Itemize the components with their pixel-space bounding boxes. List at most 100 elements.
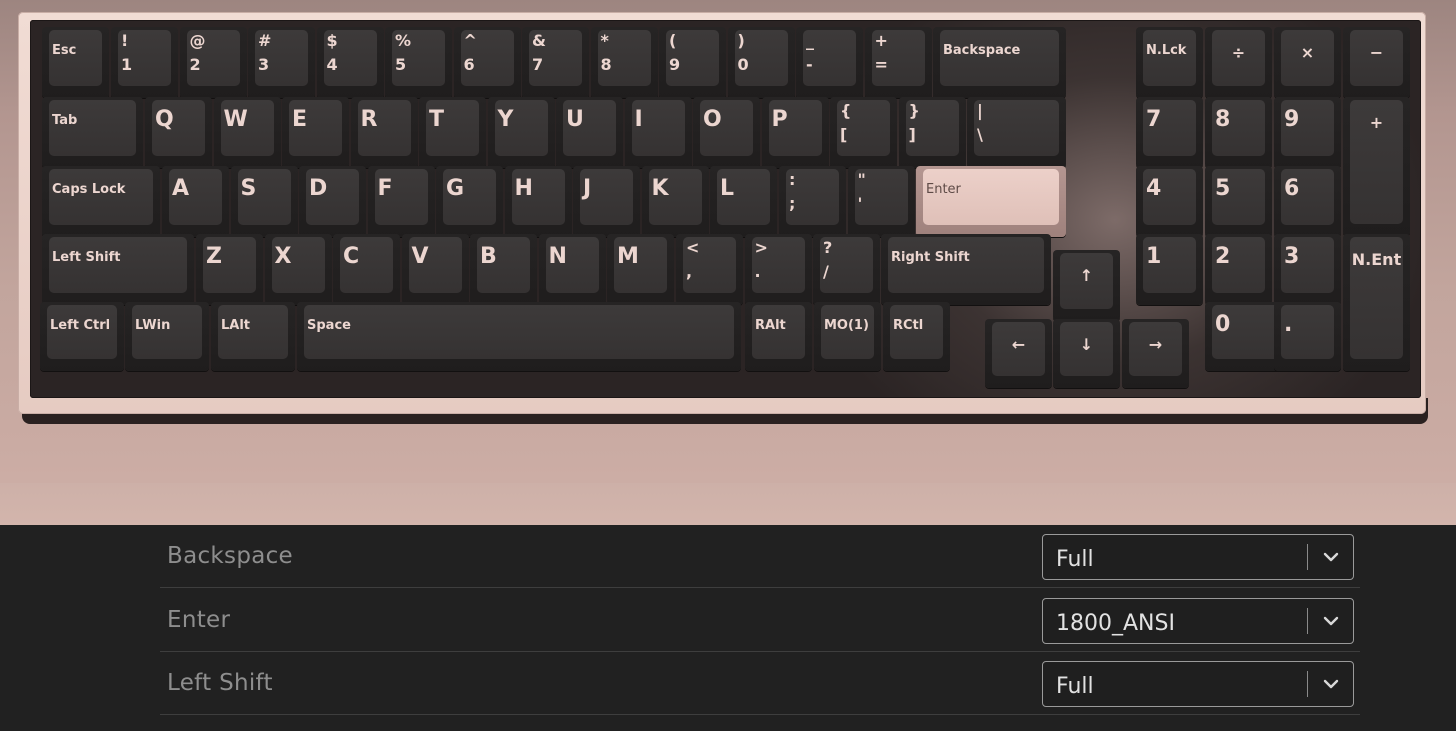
- left-shift-layout-select[interactable]: Full: [1042, 661, 1354, 707]
- key-numpad-period[interactable]: .: [1274, 302, 1341, 371]
- key-7[interactable]: & 7: [522, 27, 589, 98]
- key-5[interactable]: % 5: [385, 27, 452, 98]
- key-quote[interactable]: " ': [847, 166, 915, 237]
- key-numpad-8[interactable]: 8: [1205, 97, 1272, 168]
- key-x[interactable]: X: [264, 234, 332, 305]
- key-legend: B: [480, 244, 497, 269]
- key-m[interactable]: M: [607, 234, 674, 305]
- key-r[interactable]: R: [350, 97, 418, 168]
- key-i[interactable]: I: [624, 97, 692, 168]
- key-ralt[interactable]: RAlt: [745, 302, 812, 371]
- key-legend: ←: [1011, 335, 1026, 354]
- key-legend: 2: [1215, 244, 1231, 269]
- key-g[interactable]: G: [436, 166, 503, 237]
- key-minus[interactable]: _ -: [796, 27, 863, 98]
- key-space[interactable]: Space: [297, 302, 741, 371]
- key-numpad-6[interactable]: 6: [1274, 166, 1341, 237]
- key-arrow-up[interactable]: ↑: [1053, 250, 1120, 321]
- key-2[interactable]: @2: [179, 27, 247, 98]
- select-value: Full: [1056, 674, 1094, 699]
- chevron-down-icon[interactable]: [1321, 611, 1341, 631]
- key-l[interactable]: L: [710, 166, 777, 237]
- key-legend: F: [377, 176, 393, 201]
- key-divide[interactable]: ÷: [1205, 27, 1272, 98]
- key-enter[interactable]: Enter: [916, 166, 1066, 237]
- key-9[interactable]: (9: [659, 27, 726, 98]
- key-legend: /: [823, 262, 829, 281]
- key-period[interactable]: >.: [744, 234, 812, 305]
- key-c[interactable]: C: [333, 234, 400, 305]
- key-t[interactable]: T: [419, 97, 486, 168]
- key-numpad-minus[interactable]: −: [1343, 27, 1410, 98]
- key-legend: +: [874, 31, 888, 50]
- key-6[interactable]: ^ 6: [453, 27, 521, 98]
- key-numpad-1[interactable]: 1: [1136, 234, 1203, 305]
- key-y[interactable]: Y: [487, 97, 555, 168]
- key-numpad-7[interactable]: 7: [1136, 97, 1203, 168]
- key-caps-lock[interactable]: Caps Lock: [42, 166, 160, 237]
- key-z[interactable]: Z: [196, 234, 263, 305]
- key-4[interactable]: $4: [316, 27, 384, 98]
- key-q[interactable]: Q: [145, 97, 212, 168]
- key-numlock[interactable]: N.Lck: [1136, 27, 1203, 98]
- key-rbracket[interactable]: }]: [898, 97, 966, 168]
- key-h[interactable]: H: [504, 166, 572, 237]
- key-tab[interactable]: Tab: [42, 97, 143, 168]
- key-rctl[interactable]: RCtl: [883, 302, 950, 371]
- key-arrow-left[interactable]: ←: [985, 319, 1052, 388]
- key-w[interactable]: W: [213, 97, 281, 168]
- chevron-down-icon[interactable]: [1321, 674, 1341, 694]
- key-8[interactable]: * 8: [590, 27, 658, 98]
- key-n[interactable]: N: [538, 234, 606, 305]
- key-slash[interactable]: ? /: [813, 234, 880, 305]
- key-legend: N: [548, 244, 567, 269]
- key-backspace[interactable]: Backspace: [933, 27, 1066, 98]
- enter-layout-select[interactable]: 1800_ANSI: [1042, 598, 1354, 644]
- key-right-shift[interactable]: Right Shift: [881, 234, 1051, 305]
- key-legend: S: [240, 176, 257, 201]
- key-numpad-2[interactable]: 2: [1205, 234, 1272, 305]
- key-numpad-9[interactable]: 9: [1274, 97, 1341, 168]
- key-equals[interactable]: + =: [864, 27, 932, 98]
- key-arrow-right[interactable]: →: [1122, 319, 1189, 388]
- key-lalt[interactable]: LAlt: [211, 302, 295, 371]
- keyboard-3d-viewport[interactable]: Esc! 1 @2 #3 $4% 5 ^ 6 & 7 * 8(9) 0 _ - + = Backspace N.Lc…: [0, 0, 1456, 525]
- key-a[interactable]: A: [162, 166, 229, 237]
- key-k[interactable]: K: [641, 166, 709, 237]
- key-v[interactable]: V: [401, 234, 469, 305]
- key-1[interactable]: ! 1: [111, 27, 178, 98]
- key-f[interactable]: F: [367, 166, 435, 237]
- key-e[interactable]: E: [282, 97, 349, 168]
- key-left-ctrl[interactable]: Left Ctrl: [40, 302, 124, 371]
- key-o[interactable]: O: [693, 97, 760, 168]
- key-legend: H: [514, 176, 533, 201]
- key-lbracket[interactable]: {[: [830, 97, 897, 168]
- key-d[interactable]: D: [299, 166, 366, 237]
- key-j[interactable]: J: [573, 166, 640, 237]
- key-numpad-enter[interactable]: N.Ent: [1343, 234, 1410, 371]
- chevron-down-icon[interactable]: [1321, 547, 1341, 567]
- key-3[interactable]: #3: [248, 27, 315, 98]
- key-s[interactable]: S: [230, 166, 298, 237]
- key-esc[interactable]: Esc: [42, 27, 109, 98]
- key-numpad-4[interactable]: 4: [1136, 166, 1203, 237]
- key-arrow-down[interactable]: ↓: [1053, 319, 1120, 388]
- select-separator: [1307, 608, 1308, 634]
- key-p[interactable]: P: [761, 97, 829, 168]
- key-0[interactable]: ) 0: [727, 27, 795, 98]
- key-semicolon[interactable]: :;: [779, 166, 846, 237]
- key-legend: +: [1369, 113, 1384, 132]
- key-b[interactable]: B: [470, 234, 537, 305]
- key-u[interactable]: U: [556, 97, 623, 168]
- key-comma[interactable]: <,: [676, 234, 743, 305]
- key-backslash[interactable]: | \: [967, 97, 1066, 168]
- backspace-layout-select[interactable]: Full: [1042, 534, 1354, 580]
- key-numpad-plus[interactable]: +: [1343, 97, 1410, 236]
- key-multiply[interactable]: ×: [1274, 27, 1341, 98]
- key-numpad-5[interactable]: 5: [1205, 166, 1272, 237]
- key-numpad-3[interactable]: 3: [1274, 234, 1341, 305]
- key-lwin[interactable]: LWin: [125, 302, 209, 371]
- key-left-shift[interactable]: Left Shift: [42, 234, 194, 305]
- key-legend: 0: [737, 55, 749, 74]
- key-mo1[interactable]: MO(1): [814, 302, 881, 371]
